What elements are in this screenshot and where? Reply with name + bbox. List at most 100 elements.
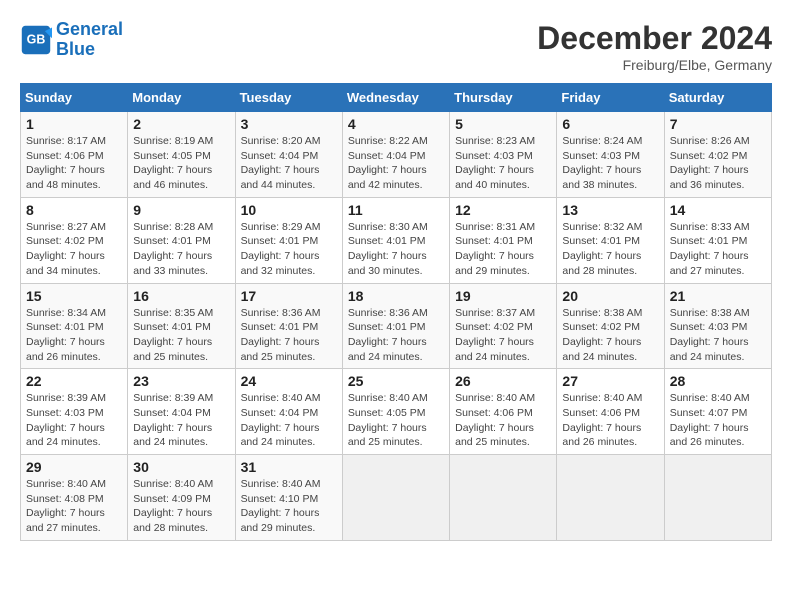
- calendar-cell: 3Sunrise: 8:20 AM Sunset: 4:04 PM Daylig…: [235, 112, 342, 198]
- day-number: 28: [670, 373, 766, 389]
- day-info: Sunrise: 8:37 AM Sunset: 4:02 PM Dayligh…: [455, 306, 551, 365]
- day-header-friday: Friday: [557, 84, 664, 112]
- day-number: 31: [241, 459, 337, 475]
- calendar-cell: 12 Sunrise: 8:31 AM Sunset: 4:01 PM Dayli…: [450, 197, 557, 283]
- calendar-cell: 18 Sunrise: 8:36 AM Sunset: 4:01 PM Dayli…: [342, 283, 449, 369]
- calendar-cell: 24 Sunrise: 8:40 AM Sunset: 4:04 PM Dayli…: [235, 369, 342, 455]
- page-header: GB General Blue December 2024 Freiburg/E…: [20, 20, 772, 73]
- logo-text: General Blue: [56, 20, 123, 60]
- calendar-cell: 2 Sunrise: 8:19 AM Sunset: 4:05 PM Daylig…: [128, 112, 235, 198]
- day-header-saturday: Saturday: [664, 84, 771, 112]
- calendar-cell: [450, 455, 557, 541]
- day-info: Sunrise: 8:40 AM Sunset: 4:08 PM Dayligh…: [26, 477, 122, 536]
- calendar-cell: 6 Sunrise: 8:24 AM Sunset: 4:03 PM Daylig…: [557, 112, 664, 198]
- calendar-cell: 20 Sunrise: 8:38 AM Sunset: 4:02 PM Dayli…: [557, 283, 664, 369]
- day-number: 23: [133, 373, 229, 389]
- day-info: Sunrise: 8:33 AM Sunset: 4:01 PM Dayligh…: [670, 220, 766, 279]
- day-header-wednesday: Wednesday: [342, 84, 449, 112]
- day-info: Sunrise: 8:32 AM Sunset: 4:01 PM Dayligh…: [562, 220, 658, 279]
- day-info: Sunrise: 8:38 AM Sunset: 4:02 PM Dayligh…: [562, 306, 658, 365]
- calendar-cell: 9 Sunrise: 8:28 AM Sunset: 4:01 PM Daylig…: [128, 197, 235, 283]
- day-info: Sunrise: 8:40 AM Sunset: 4:04 PM Dayligh…: [241, 391, 337, 450]
- calendar-week-row: 8 Sunrise: 8:27 AM Sunset: 4:02 PM Daylig…: [21, 197, 772, 283]
- calendar-week-row: 22 Sunrise: 8:39 AM Sunset: 4:03 PM Dayli…: [21, 369, 772, 455]
- day-number: 25: [348, 373, 444, 389]
- calendar-cell: 28Sunrise: 8:40 AM Sunset: 4:07 PM Dayli…: [664, 369, 771, 455]
- day-info: Sunrise: 8:31 AM Sunset: 4:01 PM Dayligh…: [455, 220, 551, 279]
- calendar-cell: 5 Sunrise: 8:23 AM Sunset: 4:03 PM Daylig…: [450, 112, 557, 198]
- day-info: Sunrise: 8:35 AM Sunset: 4:01 PM Dayligh…: [133, 306, 229, 365]
- calendar-cell: 16 Sunrise: 8:35 AM Sunset: 4:01 PM Dayli…: [128, 283, 235, 369]
- day-number: 20: [562, 288, 658, 304]
- day-number: 19: [455, 288, 551, 304]
- calendar-cell: 27Sunrise: 8:40 AM Sunset: 4:06 PM Dayli…: [557, 369, 664, 455]
- day-info: Sunrise: 8:19 AM Sunset: 4:05 PM Dayligh…: [133, 134, 229, 193]
- calendar-cell: 23Sunrise: 8:39 AM Sunset: 4:04 PM Dayli…: [128, 369, 235, 455]
- calendar-cell: 29 Sunrise: 8:40 AM Sunset: 4:08 PM Dayli…: [21, 455, 128, 541]
- calendar-cell: 15Sunrise: 8:34 AM Sunset: 4:01 PM Dayli…: [21, 283, 128, 369]
- day-number: 5: [455, 116, 551, 132]
- day-info: Sunrise: 8:27 AM Sunset: 4:02 PM Dayligh…: [26, 220, 122, 279]
- calendar-cell: 8 Sunrise: 8:27 AM Sunset: 4:02 PM Daylig…: [21, 197, 128, 283]
- calendar-cell: 17Sunrise: 8:36 AM Sunset: 4:01 PM Dayli…: [235, 283, 342, 369]
- svg-text:GB: GB: [27, 32, 46, 46]
- day-info: Sunrise: 8:22 AM Sunset: 4:04 PM Dayligh…: [348, 134, 444, 193]
- day-info: Sunrise: 8:40 AM Sunset: 4:06 PM Dayligh…: [562, 391, 658, 450]
- day-header-sunday: Sunday: [21, 84, 128, 112]
- day-number: 18: [348, 288, 444, 304]
- calendar-cell: [342, 455, 449, 541]
- calendar-cell: 31 Sunrise: 8:40 AM Sunset: 4:10 PM Dayli…: [235, 455, 342, 541]
- day-number: 4: [348, 116, 444, 132]
- day-info: Sunrise: 8:40 AM Sunset: 4:06 PM Dayligh…: [455, 391, 551, 450]
- day-info: Sunrise: 8:28 AM Sunset: 4:01 PM Dayligh…: [133, 220, 229, 279]
- day-number: 14: [670, 202, 766, 218]
- calendar-cell: 21Sunrise: 8:38 AM Sunset: 4:03 PM Dayli…: [664, 283, 771, 369]
- day-number: 9: [133, 202, 229, 218]
- day-info: Sunrise: 8:36 AM Sunset: 4:01 PM Dayligh…: [348, 306, 444, 365]
- calendar-cell: 10Sunrise: 8:29 AM Sunset: 4:01 PM Dayli…: [235, 197, 342, 283]
- day-info: Sunrise: 8:24 AM Sunset: 4:03 PM Dayligh…: [562, 134, 658, 193]
- day-info: Sunrise: 8:17 AM Sunset: 4:06 PM Dayligh…: [26, 134, 122, 193]
- calendar-cell: 19 Sunrise: 8:37 AM Sunset: 4:02 PM Dayli…: [450, 283, 557, 369]
- day-info: Sunrise: 8:40 AM Sunset: 4:05 PM Dayligh…: [348, 391, 444, 450]
- page-subtitle: Freiburg/Elbe, Germany: [537, 57, 772, 73]
- logo-icon: GB: [20, 24, 52, 56]
- day-header-thursday: Thursday: [450, 84, 557, 112]
- day-info: Sunrise: 8:40 AM Sunset: 4:09 PM Dayligh…: [133, 477, 229, 536]
- day-number: 22: [26, 373, 122, 389]
- day-info: Sunrise: 8:36 AM Sunset: 4:01 PM Dayligh…: [241, 306, 337, 365]
- day-info: Sunrise: 8:39 AM Sunset: 4:03 PM Dayligh…: [26, 391, 122, 450]
- day-header-tuesday: Tuesday: [235, 84, 342, 112]
- calendar-cell: 22 Sunrise: 8:39 AM Sunset: 4:03 PM Dayli…: [21, 369, 128, 455]
- day-header-monday: Monday: [128, 84, 235, 112]
- title-block: December 2024 Freiburg/Elbe, Germany: [537, 20, 772, 73]
- day-number: 16: [133, 288, 229, 304]
- day-number: 24: [241, 373, 337, 389]
- calendar-cell: 4 Sunrise: 8:22 AM Sunset: 4:04 PM Daylig…: [342, 112, 449, 198]
- calendar-cell: 11Sunrise: 8:30 AM Sunset: 4:01 PM Dayli…: [342, 197, 449, 283]
- day-number: 8: [26, 202, 122, 218]
- day-info: Sunrise: 8:26 AM Sunset: 4:02 PM Dayligh…: [670, 134, 766, 193]
- day-number: 2: [133, 116, 229, 132]
- calendar-week-row: 1Sunrise: 8:17 AM Sunset: 4:06 PM Daylig…: [21, 112, 772, 198]
- day-number: 7: [670, 116, 766, 132]
- day-info: Sunrise: 8:40 AM Sunset: 4:10 PM Dayligh…: [241, 477, 337, 536]
- day-info: Sunrise: 8:23 AM Sunset: 4:03 PM Dayligh…: [455, 134, 551, 193]
- calendar-cell: 7 Sunrise: 8:26 AM Sunset: 4:02 PM Daylig…: [664, 112, 771, 198]
- calendar-cell: 25 Sunrise: 8:40 AM Sunset: 4:05 PM Dayli…: [342, 369, 449, 455]
- day-info: Sunrise: 8:34 AM Sunset: 4:01 PM Dayligh…: [26, 306, 122, 365]
- calendar-cell: 13Sunrise: 8:32 AM Sunset: 4:01 PM Dayli…: [557, 197, 664, 283]
- calendar-cell: [557, 455, 664, 541]
- calendar-week-row: 29 Sunrise: 8:40 AM Sunset: 4:08 PM Dayli…: [21, 455, 772, 541]
- day-number: 30: [133, 459, 229, 475]
- calendar-week-row: 15Sunrise: 8:34 AM Sunset: 4:01 PM Dayli…: [21, 283, 772, 369]
- day-number: 6: [562, 116, 658, 132]
- calendar-cell: [664, 455, 771, 541]
- calendar-header-row: SundayMondayTuesdayWednesdayThursdayFrid…: [21, 84, 772, 112]
- day-number: 29: [26, 459, 122, 475]
- calendar-cell: 26 Sunrise: 8:40 AM Sunset: 4:06 PM Dayli…: [450, 369, 557, 455]
- day-number: 26: [455, 373, 551, 389]
- day-number: 12: [455, 202, 551, 218]
- calendar-table: SundayMondayTuesdayWednesdayThursdayFrid…: [20, 83, 772, 541]
- day-info: Sunrise: 8:20 AM Sunset: 4:04 PM Dayligh…: [241, 134, 337, 193]
